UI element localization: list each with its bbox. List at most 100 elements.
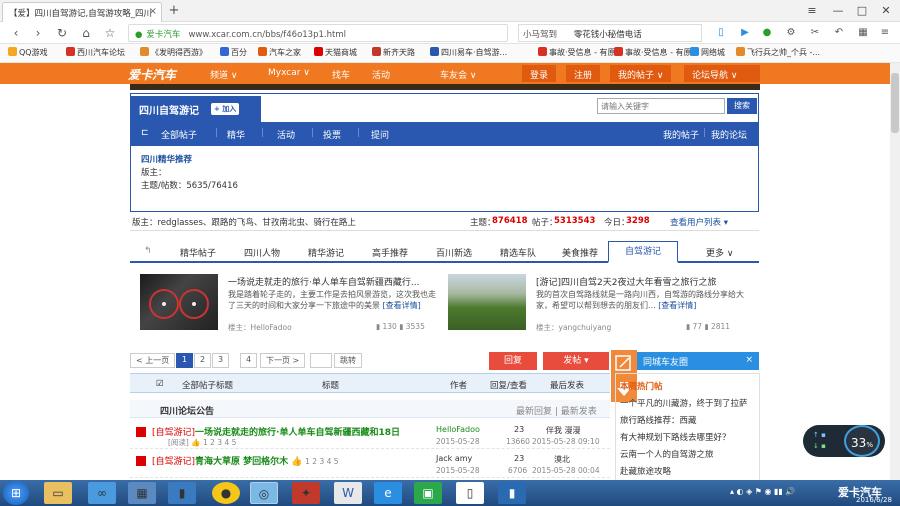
close-icon[interactable]: ×: [745, 355, 753, 365]
side-list-item[interactable]: 赴藏旅途攻略: [620, 465, 756, 477]
tab-item[interactable]: 美食推荐: [562, 246, 598, 259]
table-row[interactable]: [自驾游记]青海大草原 梦回格尔木 👍 1 2 3 4 5 Jack amy 2…: [130, 450, 610, 478]
explorer-icon[interactable]: ▭: [44, 482, 72, 504]
table-row[interactable]: [自驾游记]一场说走就走的旅行·单人单车自驾新疆西藏和18日 [阅读] 👍 1 …: [130, 421, 610, 449]
row-author[interactable]: Jack amy: [436, 454, 472, 463]
close-icon[interactable]: ×: [149, 6, 157, 17]
menu-icon[interactable]: ≡: [878, 26, 892, 40]
my-forums-link[interactable]: 我的论坛: [711, 128, 747, 141]
scrollbar-thumb[interactable]: [891, 73, 899, 133]
bookmark-item[interactable]: 四川易车·自驾游...: [430, 47, 507, 58]
browser-tab[interactable]: 【爱】四川自驾游记,自驾游攻略_四川 ×: [2, 2, 162, 22]
undo-icon[interactable]: ↶: [832, 26, 846, 40]
menu-icon[interactable]: ≡: [800, 2, 824, 20]
forum-search-input[interactable]: 请输入关键字: [597, 98, 725, 114]
word-icon[interactable]: W: [334, 482, 362, 504]
back-icon[interactable]: ‹: [8, 25, 24, 41]
media-icon[interactable]: ▦: [128, 482, 156, 504]
site-nav-item[interactable]: 频道 ∨: [210, 68, 237, 81]
my-posts-button[interactable]: 我的帖子 ∨: [610, 65, 672, 82]
bookmark-item[interactable]: 新齐天路: [372, 47, 415, 58]
page-button[interactable]: 1: [176, 353, 194, 368]
site-nav-item[interactable]: 活动: [372, 68, 390, 81]
bookmark-item[interactable]: 汽车之家: [258, 47, 301, 58]
play-icon[interactable]: ▶: [738, 26, 752, 40]
address-bar[interactable]: ● 爱卡汽车 www.xcar.com.cn/bbs/f46o13p1.html: [128, 24, 508, 42]
browser-icon[interactable]: ◎: [250, 482, 278, 504]
memory-usage-indicator[interactable]: 33%: [844, 425, 880, 457]
tv-icon[interactable]: ▣: [414, 482, 442, 504]
game-icon[interactable]: ✦: [292, 482, 320, 504]
phone-icon[interactable]: ▯: [714, 26, 728, 40]
new-tab-button[interactable]: +: [166, 3, 182, 19]
featured-thumbnail[interactable]: [140, 274, 218, 330]
maximize-icon[interactable]: □: [850, 2, 874, 20]
page-scrollbar[interactable]: [890, 63, 900, 480]
forward-icon[interactable]: ›: [30, 25, 46, 41]
tab-item[interactable]: 四川人物: [244, 246, 280, 259]
sort-links[interactable]: 最新回复 | 最新发表: [516, 404, 597, 417]
topic-pages[interactable]: 1 2 3 4 5: [305, 457, 338, 466]
start-button[interactable]: ⊞: [3, 481, 29, 505]
row-last-user[interactable]: 漠北: [554, 454, 570, 465]
bookmark-item[interactable]: 西川汽车论坛: [66, 47, 125, 58]
next-page-button[interactable]: 下一页 >: [260, 353, 306, 368]
page-button[interactable]: 4: [240, 353, 258, 368]
tab-item[interactable]: 精选车队: [500, 246, 536, 259]
forum-nav-button[interactable]: 论坛导航 ∨: [684, 65, 760, 82]
side-list-item[interactable]: 云南一个人的自驾游之旅: [620, 448, 756, 460]
topic-tag[interactable]: [自驾游记]: [152, 457, 195, 467]
tab-item[interactable]: 精华帖子: [180, 246, 216, 259]
site-nav-item[interactable]: 车友会 ∨: [440, 68, 476, 81]
forum-nav-item[interactable]: 活动: [277, 128, 295, 141]
bookmark-item[interactable]: 网络城: [690, 47, 725, 58]
tools-icon[interactable]: ⚙: [784, 26, 798, 40]
cut-icon[interactable]: ✂: [808, 26, 822, 40]
topic-title[interactable]: 青海大草原 梦回格尔木: [195, 457, 288, 467]
jump-button[interactable]: 跳转: [334, 353, 362, 368]
side-panel-header[interactable]: 同城车友圈 ×: [637, 352, 759, 370]
app-icon[interactable]: ▮: [498, 482, 526, 504]
bookmark-item[interactable]: 飞行兵之帅_个兵 -...: [736, 47, 820, 58]
featured-title[interactable]: 一场说走就走的旅行·单人单车自驾新疆西藏行...: [228, 275, 419, 288]
document-icon[interactable]: ▯: [456, 482, 484, 504]
forum-nav-item[interactable]: 投票: [323, 128, 341, 141]
tab-item[interactable]: 高手推荐: [372, 246, 408, 259]
side-list-item[interactable]: 一个平凡的川藏游，终于到了拉萨: [620, 397, 756, 409]
page-button[interactable]: 3: [212, 353, 230, 368]
login-button[interactable]: 登录: [522, 65, 557, 82]
side-list-item[interactable]: 有大神规划下路线去哪里好？: [620, 431, 756, 443]
site-logo[interactable]: 爱卡汽车: [128, 66, 176, 83]
register-button[interactable]: 注册: [566, 65, 601, 82]
forum-nav-item[interactable]: 全部帖子: [161, 128, 197, 141]
prev-page-button[interactable]: < 上一页: [130, 353, 176, 368]
page-button[interactable]: 2: [194, 353, 212, 368]
forum-info-line[interactable]: 四川精华推荐: [141, 154, 238, 167]
forum-nav-item[interactable]: 精华: [227, 128, 245, 141]
side-list-item[interactable]: 旅行路线推荐：西藏: [620, 414, 756, 426]
reply-button[interactable]: 回复: [489, 352, 537, 370]
close-window-icon[interactable]: ✕: [874, 2, 898, 20]
bookmark-item[interactable]: 天猫商城: [314, 47, 357, 58]
forum-search-button[interactable]: 搜索: [727, 98, 757, 114]
home-icon[interactable]: ⌂: [78, 25, 94, 41]
bookmark-item[interactable]: QQ游戏: [8, 47, 48, 58]
row-author[interactable]: HelloFadoo: [436, 425, 480, 434]
announcement-label[interactable]: 四川论坛公告: [160, 404, 214, 417]
minimize-icon[interactable]: —: [826, 2, 850, 20]
back-arrow-icon[interactable]: ↰: [144, 246, 152, 256]
tab-item[interactable]: 百川新选: [436, 246, 472, 259]
bookmark-item[interactable]: 事故·受信息 - 有原...: [614, 47, 699, 58]
star-icon[interactable]: ☆: [102, 25, 118, 41]
user-list-link[interactable]: 查看用户列表 ▾: [670, 216, 728, 228]
row-last-user[interactable]: 伴我 漫漫: [546, 425, 581, 436]
ie-icon[interactable]: e: [374, 482, 402, 504]
detail-link[interactable]: [查看详情]: [658, 301, 696, 310]
bookmark-item[interactable]: 《发明得西游》: [140, 47, 207, 58]
featured-thumbnail[interactable]: [448, 274, 526, 330]
join-button[interactable]: + 加入: [211, 103, 240, 115]
forum-nav-item[interactable]: 提问: [371, 128, 389, 141]
player-icon[interactable]: ●: [212, 482, 240, 504]
tab-item[interactable]: 精华游记: [308, 246, 344, 259]
tab-more[interactable]: 更多 ∨: [706, 246, 733, 259]
